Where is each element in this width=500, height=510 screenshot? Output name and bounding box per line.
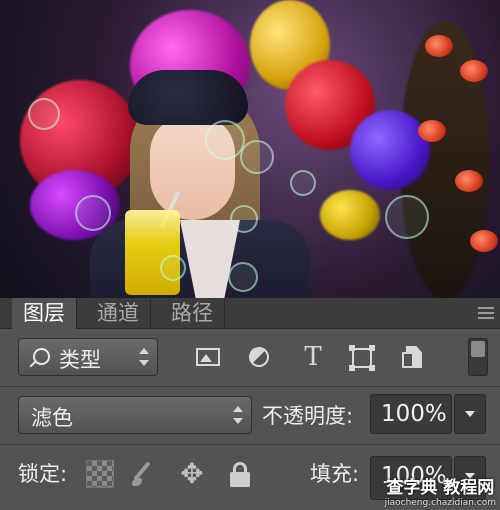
blend-row: 滤色 不透明度: 100%	[0, 394, 500, 438]
bokeh-light	[240, 140, 274, 174]
beret	[128, 70, 248, 125]
lantern	[418, 120, 446, 142]
updown-arrows-icon	[139, 348, 149, 366]
lantern	[425, 35, 453, 57]
filter-kind-label: 类型	[59, 348, 101, 372]
opacity-label: 不透明度:	[262, 404, 354, 428]
type-filter-icon[interactable]: T	[298, 342, 328, 372]
filter-kind-select[interactable]: 类型	[18, 338, 158, 376]
balloon	[320, 190, 380, 240]
shape-filter-icon[interactable]	[347, 342, 377, 372]
tab-paths[interactable]: 路径	[160, 298, 225, 328]
divider	[0, 444, 500, 445]
bokeh-light	[385, 195, 429, 239]
panel-menu-icon[interactable]	[478, 304, 494, 320]
adjustment-filter-icon[interactable]	[245, 342, 275, 372]
bokeh-light	[28, 98, 60, 130]
lock-transparent-icon[interactable]	[86, 460, 114, 488]
bokeh-light	[160, 255, 186, 281]
opacity-dropdown-button[interactable]	[454, 394, 486, 434]
tab-channels[interactable]: 通道	[86, 298, 151, 328]
opacity-input[interactable]: 100%	[370, 394, 452, 434]
lock-label: 锁定:	[18, 462, 68, 486]
blend-mode-select[interactable]: 滤色	[18, 396, 252, 434]
portrait-subject	[80, 70, 310, 300]
watermark-url: jiaocheng.chazidian.com	[384, 498, 496, 508]
updown-arrows-icon	[233, 406, 243, 424]
lantern	[470, 230, 498, 252]
lantern	[460, 60, 488, 82]
watermark-text: 查字典 教程网	[386, 478, 495, 498]
blend-mode-value: 滤色	[31, 406, 73, 430]
lock-image-icon[interactable]	[130, 460, 158, 488]
photo-canvas	[0, 0, 500, 300]
bokeh-light	[228, 262, 258, 292]
bokeh-light	[290, 170, 316, 196]
lock-position-icon[interactable]: ✥	[178, 460, 206, 488]
panel-tab-bar: 图层 通道 路径	[0, 298, 500, 329]
fill-label: 填充:	[310, 462, 360, 486]
smart-object-filter-icon[interactable]	[400, 342, 430, 372]
layer-filter-row: 类型 T	[0, 338, 500, 382]
balloon	[350, 110, 430, 190]
lantern	[455, 170, 483, 192]
bokeh-light	[75, 195, 111, 231]
site-watermark: 查字典 教程网 jiaocheng.chazidian.com	[385, 473, 496, 508]
bokeh-light	[230, 205, 258, 233]
tab-layers[interactable]: 图层	[12, 298, 77, 329]
filter-toggle-switch[interactable]	[468, 338, 488, 376]
divider	[0, 386, 500, 387]
bokeh-light	[205, 120, 245, 160]
drink-cup	[125, 210, 180, 295]
image-filter-icon[interactable]	[194, 342, 224, 372]
search-icon	[33, 348, 50, 365]
lock-all-icon[interactable]	[226, 460, 254, 488]
